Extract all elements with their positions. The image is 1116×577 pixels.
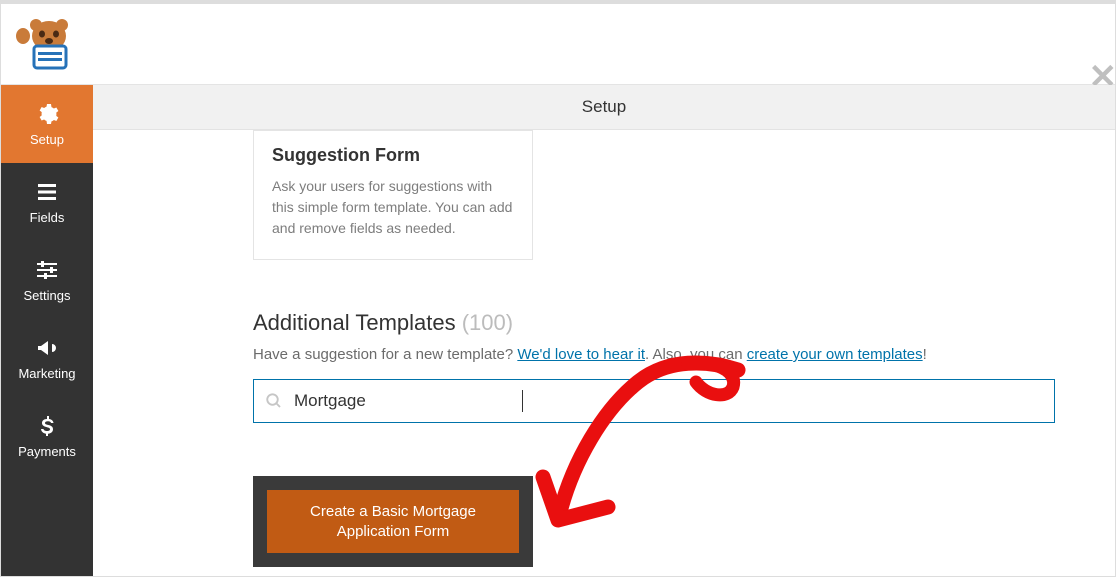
text-caret (522, 390, 523, 412)
section-title-text: Additional Templates (253, 310, 456, 335)
create-template-button[interactable]: Create a Basic Mortgage Application Form (267, 490, 519, 553)
sub-mid: . Also, you can (645, 346, 747, 363)
main-panel: Setup Suggestion Form Ask your users for… (93, 85, 1115, 576)
list-icon (35, 180, 59, 204)
link-suggestion[interactable]: We'd love to hear it (517, 346, 645, 363)
search-result: Create a Basic Mortgage Application Form (253, 476, 533, 567)
tab-setup[interactable]: Setup (582, 97, 626, 117)
sidebar-item-settings[interactable]: Settings (1, 241, 93, 319)
tab-bar: Setup (93, 85, 1115, 130)
search-wrap (253, 379, 1055, 423)
gear-icon (35, 102, 59, 126)
sidebar-item-setup[interactable]: Setup (1, 85, 93, 163)
sidebar-item-marketing[interactable]: Marketing (1, 319, 93, 397)
content-area: Suggestion Form Ask your users for sugge… (93, 130, 1115, 576)
app-logo (11, 16, 77, 72)
sub-suffix: ! (923, 346, 927, 363)
sidebar-item-label: Setup (30, 132, 64, 147)
sidebar-item-label: Settings (24, 288, 71, 303)
search-icon (265, 392, 283, 410)
sidebar-item-payments[interactable]: Payments (1, 397, 93, 475)
card-desc: Ask your users for suggestions with this… (272, 176, 514, 239)
sub-prefix: Have a suggestion for a new template? (253, 346, 517, 363)
bullhorn-icon (35, 336, 59, 360)
card-title: Suggestion Form (272, 145, 514, 166)
top-header: ✕ (1, 1, 1115, 85)
sliders-icon (35, 258, 59, 282)
link-create-own[interactable]: create your own templates (747, 346, 923, 363)
template-search-input[interactable] (253, 379, 1055, 423)
section-title: Additional Templates (100) (253, 310, 1055, 336)
template-card-suggestion[interactable]: Suggestion Form Ask your users for sugge… (253, 130, 533, 260)
sidebar: Setup Fields Settings Marketing Payments (1, 85, 93, 576)
sidebar-item-label: Marketing (18, 366, 75, 381)
sidebar-item-label: Payments (18, 444, 76, 459)
section-count: (100) (462, 310, 513, 335)
sidebar-item-fields[interactable]: Fields (1, 163, 93, 241)
section-subtitle: Have a suggestion for a new template? We… (253, 346, 1055, 363)
additional-templates-section: Additional Templates (100) Have a sugges… (253, 310, 1055, 423)
dollar-icon (35, 414, 59, 438)
sidebar-item-label: Fields (30, 210, 65, 225)
